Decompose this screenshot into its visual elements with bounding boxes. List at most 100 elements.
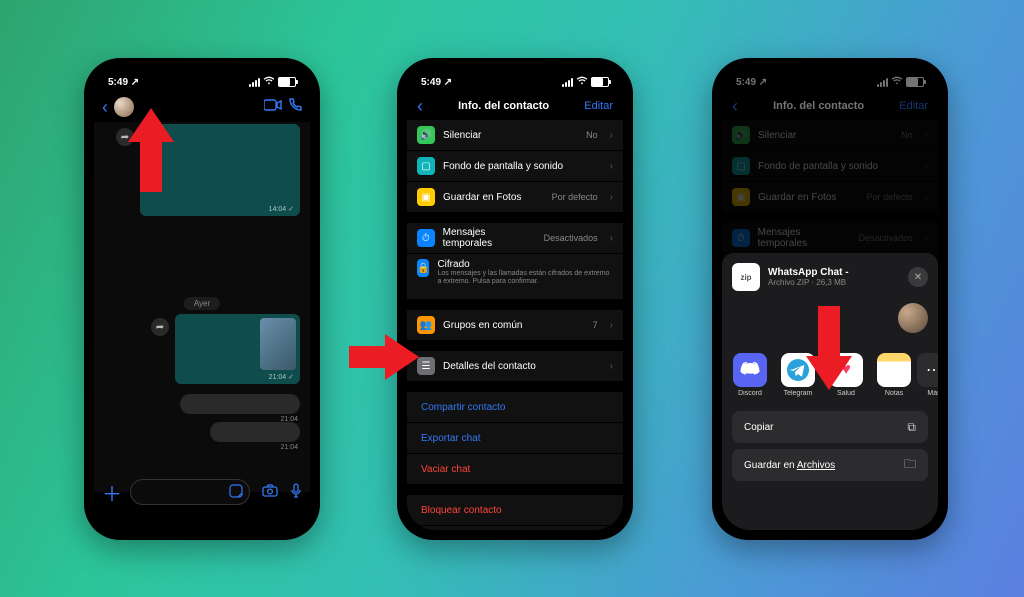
- annotation-arrow-right: [349, 334, 419, 380]
- chat-header: ‹: [94, 92, 310, 122]
- screen-contact-info: 5:49 ↗ ‹ Info. del contacto Editar 🔊 Sil…: [407, 68, 623, 530]
- row-label: Detalles del contacto: [443, 361, 536, 372]
- app-label: Notas: [874, 390, 914, 397]
- chevron-right-icon: ›: [610, 161, 613, 172]
- action-guardar-archivos[interactable]: Guardar en Archivos 🗀: [732, 449, 928, 481]
- mic-icon[interactable]: [290, 483, 302, 502]
- share-app-more[interactable]: ⋯ Más: [924, 353, 938, 397]
- share-sheet-header: zip WhatsApp Chat - Archivo ZIP · 26,3 M…: [732, 263, 928, 291]
- video-call-icon[interactable]: [264, 98, 282, 116]
- share-app-notas[interactable]: Notas: [876, 353, 912, 397]
- row-fotos[interactable]: ▣ Guardar en Fotos Por defecto ›: [407, 182, 623, 213]
- message-bubble-text[interactable]: [180, 394, 300, 414]
- folder-icon: 🗀: [904, 455, 916, 476]
- page-title: Info. del contacto: [458, 100, 549, 112]
- phone-2: 5:49 ↗ ‹ Info. del contacto Editar 🔊 Sil…: [397, 58, 633, 540]
- link-bloquear-contacto[interactable]: Bloquear contacto: [407, 495, 623, 526]
- message-bubble-text[interactable]: [210, 422, 300, 442]
- battery-icon: [278, 77, 296, 87]
- action-label: Copiar: [744, 422, 773, 433]
- notch: [157, 58, 247, 76]
- contact-icon: ☰: [417, 357, 435, 375]
- date-separator: Ayer: [184, 297, 220, 310]
- edit-button[interactable]: Editar: [584, 100, 613, 112]
- row-cifrado[interactable]: 🔒 Cifrado Los mensajes y las llamadas es…: [407, 254, 623, 300]
- row-label: Guardar en Fotos: [443, 192, 521, 203]
- status-time: 5:49 ↗: [421, 77, 452, 88]
- row-label: Mensajes temporales: [443, 227, 536, 249]
- phone-1: 5:49 ↗ ‹: [84, 58, 320, 540]
- app-label: Telegram: [778, 390, 818, 397]
- message-timestamp: 21:04: [280, 444, 298, 451]
- link-vaciar-chat[interactable]: Vaciar chat: [407, 454, 623, 485]
- attach-icon[interactable]: ＋: [102, 478, 122, 507]
- mute-icon: 🔊: [417, 126, 435, 144]
- more-icon: ⋯: [917, 353, 938, 387]
- chevron-right-icon: ›: [610, 320, 613, 331]
- app-label: Discord: [730, 390, 770, 397]
- back-icon[interactable]: ‹: [417, 97, 423, 115]
- forward-icon[interactable]: ➦: [151, 318, 169, 336]
- share-app-discord[interactable]: Discord: [732, 353, 768, 397]
- share-file-subtitle: Archivo ZIP · 26,3 MB: [768, 278, 849, 287]
- wifi-icon: [263, 76, 275, 88]
- copy-icon: ⧉: [907, 420, 916, 435]
- row-value: No: [586, 130, 598, 140]
- wallpaper-icon: ▢: [417, 157, 435, 175]
- photos-icon: ▣: [417, 188, 435, 206]
- link-compartir-contacto[interactable]: Compartir contacto: [407, 392, 623, 423]
- notes-icon: [877, 353, 911, 387]
- notch: [785, 58, 875, 76]
- row-label: Grupos en común: [443, 320, 523, 331]
- voice-call-icon[interactable]: [288, 98, 302, 117]
- signal-icon: [249, 78, 260, 87]
- row-label: Fondo de pantalla y sonido: [443, 161, 563, 172]
- timer-icon: ⏱: [417, 229, 435, 247]
- annotation-arrow-down: [806, 306, 852, 390]
- chevron-right-icon: ›: [610, 361, 613, 372]
- app-label: Salud: [826, 390, 866, 397]
- row-fondo[interactable]: ▢ Fondo de pantalla y sonido ›: [407, 151, 623, 182]
- screen-chat: 5:49 ↗ ‹: [94, 68, 310, 530]
- chevron-right-icon: ›: [610, 233, 613, 244]
- link-reportar-contacto[interactable]: Reportar contacto: [407, 526, 623, 530]
- row-silenciar[interactable]: 🔊 Silenciar No ›: [407, 120, 623, 151]
- camera-icon[interactable]: [262, 484, 278, 500]
- chevron-right-icon: ›: [610, 130, 613, 141]
- message-bubble-image[interactable]: ➦ 21:04 ✓: [175, 314, 300, 384]
- notch: [470, 58, 560, 76]
- action-label: Guardar en Archivos: [744, 460, 835, 471]
- discord-icon: [733, 353, 767, 387]
- message-timestamp: 21:04 ✓: [269, 373, 294, 381]
- share-file-title: WhatsApp Chat -: [768, 267, 849, 278]
- zip-file-icon: zip: [732, 263, 760, 291]
- share-sheet: zip WhatsApp Chat - Archivo ZIP · 26,3 M…: [722, 253, 938, 530]
- app-label: Más: [914, 390, 938, 397]
- back-icon[interactable]: ‹: [102, 98, 108, 116]
- message-timestamp: 14:04 ✓: [269, 205, 294, 213]
- chevron-right-icon: ›: [610, 192, 613, 203]
- sticker-icon[interactable]: [229, 484, 243, 501]
- chat-body[interactable]: ➦ 14:04 ✓ Ayer ➦ 21:04 ✓ 21:04 21:04: [94, 122, 310, 492]
- row-label: Silenciar: [443, 130, 481, 141]
- image-thumbnail: [260, 318, 296, 370]
- chat-input-bar: ＋: [94, 474, 310, 510]
- annotation-arrow-up: [128, 108, 174, 192]
- contact-avatar[interactable]: [898, 303, 928, 333]
- action-copiar[interactable]: Copiar ⧉: [732, 411, 928, 443]
- row-value: 7: [593, 320, 598, 330]
- battery-icon: [591, 77, 609, 87]
- row-subtext: Los mensajes y las llamadas están cifrad…: [437, 270, 613, 287]
- settings-list: 🔊 Silenciar No › ▢ Fondo de pantalla y s…: [407, 120, 623, 530]
- row-detalles[interactable]: ☰ Detalles del contacto ›: [407, 351, 623, 382]
- row-temporales[interactable]: ⏱ Mensajes temporales Desactivados ›: [407, 223, 623, 254]
- row-grupos[interactable]: 👥 Grupos en común 7 ›: [407, 310, 623, 341]
- row-label: Cifrado: [437, 259, 613, 270]
- message-input[interactable]: [130, 479, 250, 505]
- phone-3: 5:49 ↗ ‹ Info. del contacto Editar 🔊 Sil…: [712, 58, 948, 540]
- link-exportar-chat[interactable]: Exportar chat: [407, 423, 623, 454]
- close-icon[interactable]: ✕: [908, 267, 928, 287]
- groups-icon: 👥: [417, 316, 435, 334]
- row-value: Por defecto: [552, 192, 598, 202]
- wifi-icon: [576, 76, 588, 88]
